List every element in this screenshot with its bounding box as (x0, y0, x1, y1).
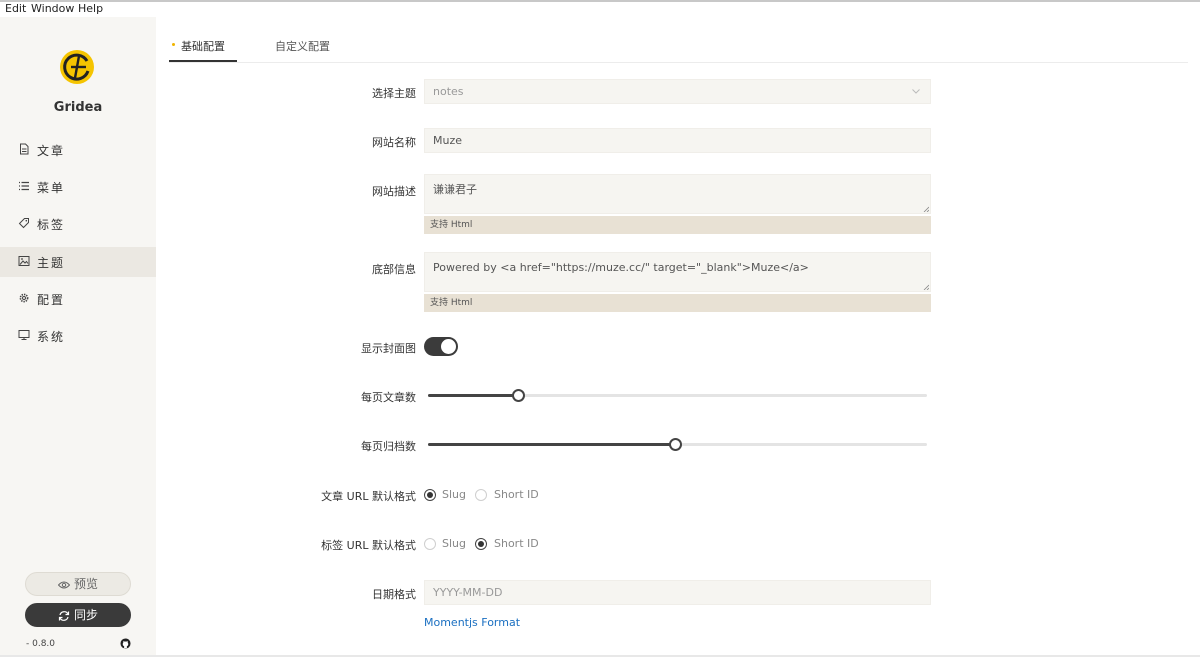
theme-select[interactable]: notes (424, 79, 931, 104)
gear-icon (19, 293, 29, 303)
post-url-label: 文章 URL 默认格式 (321, 490, 416, 503)
resize-handle-icon[interactable] (923, 206, 929, 212)
resize-handle-icon[interactable] (923, 284, 929, 290)
site-desc-label: 网站描述 (372, 185, 416, 198)
github-icon[interactable] (120, 638, 131, 649)
sidebar-item-label: 文章 (37, 144, 66, 158)
slider-handle[interactable] (511, 389, 525, 402)
show-cover-switch[interactable] (424, 337, 458, 356)
theme-label: 选择主题 (372, 87, 416, 100)
sidebar-item-label: 主题 (37, 256, 66, 270)
menu-help[interactable]: Help (78, 2, 103, 16)
tab-custom[interactable]: 自定义配置 (275, 38, 330, 54)
slider-fill (428, 394, 518, 397)
sidebar: Gridea 文章 菜单 标签 主题 配置 系统 预览 同步 - 0.8.0 (0, 17, 156, 657)
slider-handle[interactable] (669, 438, 682, 451)
posts-per-page-slider[interactable] (428, 389, 927, 402)
active-tab-underline (169, 60, 237, 62)
theme-select-value: notes (433, 85, 464, 98)
preview-label: 预览 (73, 577, 98, 591)
sidebar-item-label: 配置 (37, 293, 66, 307)
site-desc-textarea[interactable]: 谦谦君子 (424, 174, 931, 214)
site-desc-hint: 支持 Html (424, 216, 931, 234)
tab-divider (169, 62, 1188, 63)
footer-value: Powered by <a href="https://muze.cc/" ta… (433, 261, 809, 274)
sync-label: 同步 (73, 608, 98, 622)
site-desc-value: 谦谦君子 (433, 183, 477, 196)
tag-url-slug-label[interactable]: Slug (442, 537, 466, 550)
tag-url-shortid-label[interactable]: Short ID (494, 537, 539, 550)
active-tab-dot (172, 43, 175, 46)
tag-url-radio-slug[interactable] (424, 538, 436, 550)
date-format-input[interactable]: YYYY-MM-DD (424, 580, 931, 605)
show-cover-label: 显示封面图 (361, 342, 416, 355)
sync-button[interactable]: 同步 (25, 603, 131, 627)
sidebar-item-menu[interactable]: 菜单 (0, 172, 156, 202)
post-url-shortid-label[interactable]: Short ID (494, 488, 539, 501)
gridea-logo-icon (60, 50, 94, 84)
switch-knob (441, 339, 456, 354)
sidebar-item-tags[interactable]: 标签 (0, 209, 156, 239)
menu-list-icon (19, 181, 29, 191)
posts-per-page-label: 每页文章数 (361, 391, 416, 404)
app-name: Gridea (53, 100, 103, 115)
sidebar-item-label: 标签 (37, 218, 66, 232)
sidebar-item-settings[interactable]: 配置 (0, 284, 156, 314)
article-icon (20, 143, 29, 155)
footer-textarea[interactable]: Powered by <a href="https://muze.cc/" ta… (424, 252, 931, 292)
post-url-slug-label[interactable]: Slug (442, 488, 466, 501)
footer-label: 底部信息 (372, 263, 416, 276)
preview-button[interactable]: 预览 (25, 572, 131, 596)
site-name-input[interactable]: Muze (424, 128, 931, 153)
site-name-label: 网站名称 (372, 136, 416, 149)
date-format-placeholder: YYYY-MM-DD (433, 586, 503, 599)
archives-per-page-label: 每页归档数 (361, 440, 416, 453)
app-version: - 0.8.0 (26, 639, 56, 649)
post-url-radio-slug[interactable] (424, 489, 436, 501)
momentjs-format-link[interactable]: Momentjs Format (424, 616, 520, 629)
footer-hint: 支持 Html (424, 294, 931, 312)
sidebar-item-label: 系统 (37, 330, 66, 344)
menu-bar: Edit Window Help (0, 2, 1200, 17)
post-url-radio-shortid[interactable] (475, 489, 487, 501)
chevron-down-icon (912, 89, 920, 94)
tab-basic[interactable]: 基础配置 (181, 38, 225, 54)
sidebar-item-articles[interactable]: 文章 (0, 135, 156, 165)
tag-url-radio-shortid[interactable] (475, 538, 487, 550)
sync-icon (58, 610, 70, 621)
sidebar-item-system[interactable]: 系统 (0, 321, 156, 351)
eye-icon (57, 581, 70, 588)
menu-edit[interactable]: Edit (5, 2, 26, 16)
tag-icon (18, 218, 29, 229)
menu-window[interactable]: Window (31, 2, 74, 16)
slider-fill (428, 443, 675, 446)
date-format-label: 日期格式 (372, 588, 416, 601)
image-icon (18, 256, 30, 266)
sidebar-item-label: 菜单 (37, 181, 66, 195)
archives-per-page-slider[interactable] (428, 438, 927, 451)
tag-url-label: 标签 URL 默认格式 (321, 539, 416, 552)
monitor-icon (18, 330, 30, 340)
sidebar-item-theme[interactable]: 主题 (0, 247, 156, 277)
